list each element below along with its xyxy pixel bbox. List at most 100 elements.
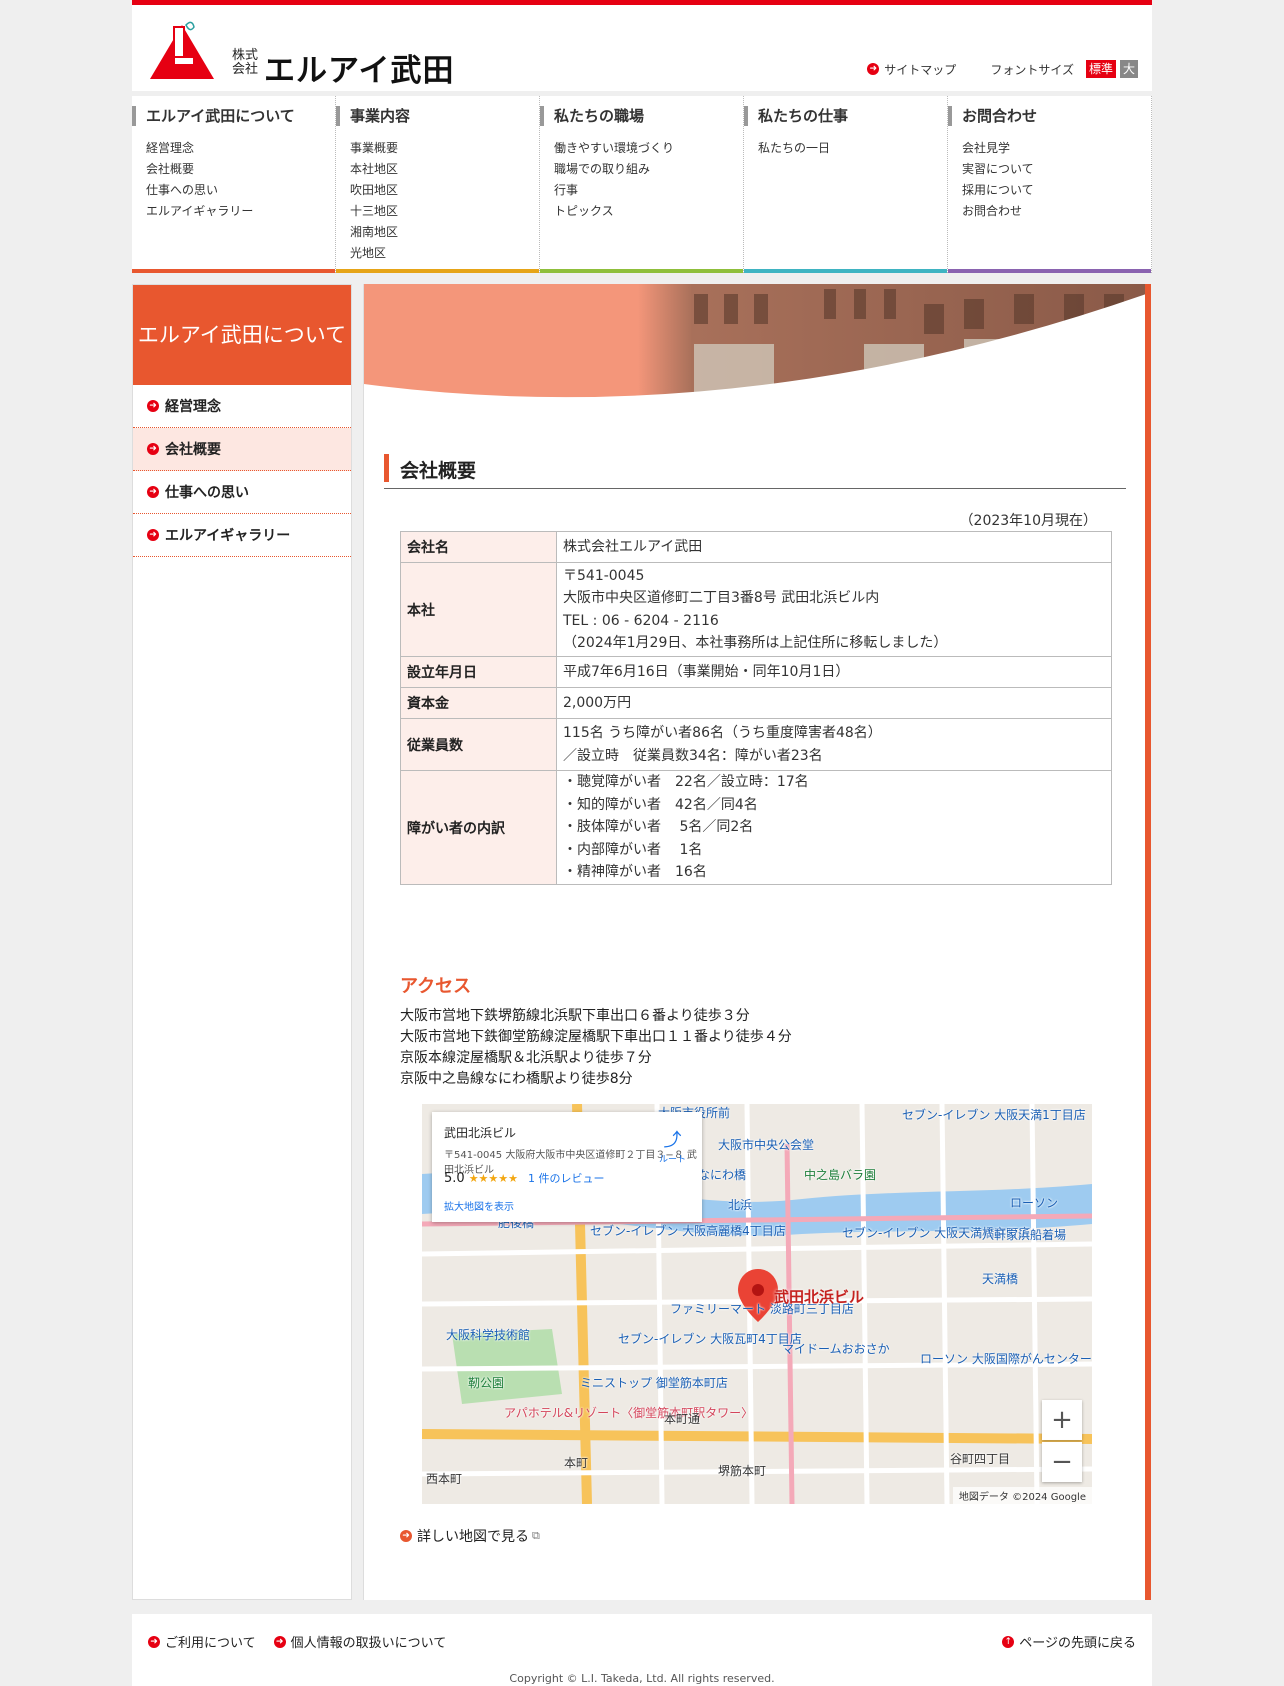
value-line: （2024年1月29日、本社事務所は上記住所に移転しました） [563,635,948,651]
map-label[interactable]: 北浜 [728,1196,752,1213]
gnav-item[interactable]: トピックス [554,201,743,222]
gnav-column: 私たちの職場働きやすい環境づくり 職場での取り組み 行事 トピックス [540,96,744,273]
gnav-list: 事業概要 本社地区 吹田地区 十三地区 湘南地区 光地区 [350,138,539,264]
map-label[interactable]: なにわ橋 [698,1166,746,1183]
logo-kabushiki: 株式 会社 [232,48,259,77]
fontsize-standard-button[interactable]: 標準 [1085,60,1116,78]
value-line: 平成7年6月16日（事業開始・同年10月1日） [563,663,850,680]
gnav-column: 私たちの仕事私たちの一日 [744,96,948,273]
gnav-item[interactable]: 光地区 [350,243,539,264]
heading-accent-bar [384,454,389,482]
map-label[interactable]: 谷町四丁目 [950,1450,1010,1467]
gnav-title[interactable]: お問合わせ [948,106,1151,126]
fontsize-label: フォントサイズ [990,62,1074,77]
access-item: 京阪中之島線なにわ橋駅より徒歩8分 [400,1071,633,1087]
sidebar-item[interactable]: ➜ エルアイギャラリー [133,514,351,557]
map-label[interactable]: ローソン [1010,1194,1058,1211]
map-label[interactable]: マイドームおおさか [782,1340,890,1357]
value-line: ・肢体障がい者 5名／同2名 [563,819,754,836]
map-label[interactable]: アパホテル&リゾート〈御堂筋本町駅タワー〉 [504,1404,753,1421]
sidebar-title: エルアイ武田について [133,285,351,385]
larger-map-link[interactable]: 拡大地図を表示 [444,1198,514,1213]
row-label: 本社 [400,562,557,657]
map-label[interactable]: 八軒家浜船着場 [982,1226,1066,1243]
sidebar-item-label: 仕事への思い [165,485,249,501]
map-label[interactable]: セブン-イレブン 大阪瓦町4丁目店 [618,1330,802,1347]
gnav-item[interactable]: 採用について [962,180,1151,201]
gnav-color-bar [948,269,1151,273]
map-label[interactable]: 本町 [564,1454,588,1471]
rating-stars-icon: ★★★★★ [468,1172,518,1185]
sidebar-item[interactable]: ➜ 会社概要 [133,428,351,471]
map-label[interactable]: 天満橋 [982,1270,1018,1287]
sitemap-link[interactable]: ➜ サイトマップ [867,61,956,78]
gnav-item[interactable]: 実習について [962,159,1151,180]
header-utility-links: ➜ サイトマップ フォントサイズ 標準 大 [867,60,1138,78]
gnav-column: エルアイ武田について経営理念 会社概要 仕事への思い エルアイギャラリー [132,96,336,273]
gnav-item[interactable]: 湘南地区 [350,222,539,243]
sidebar-item-label: 会社概要 [165,442,221,458]
site-header: 株式 会社 エルアイ武田 ➜ サイトマップ フォントサイズ 標準 大 [132,5,1152,91]
map-label[interactable]: 中之島バラ園 [804,1166,876,1183]
map-copyright: 地図データ ©2024 Google [952,1487,1092,1504]
gnav-title[interactable]: 私たちの職場 [540,106,743,126]
sidebar-item[interactable]: ➜ 仕事への思い [133,471,351,514]
privacy-link[interactable]: ➜ 個人情報の取扱いについて [273,1632,446,1651]
zoom-in-button[interactable]: + [1042,1400,1082,1440]
reviews-link[interactable]: 1 件のレビュー [528,1172,605,1185]
table-row: 会社名 株式会社エルアイ武田 [400,531,1112,563]
gnav-title[interactable]: 私たちの仕事 [744,106,947,126]
value-line: ・聴覚障がい者 22名／設立時：17名 [563,774,809,791]
map-pin-label[interactable]: 武田北浜ビル [774,1286,864,1307]
sidebar-item[interactable]: ➜ 経営理念 [133,385,351,428]
gnav-item[interactable]: 仕事への思い [146,180,335,201]
gnav-item[interactable]: 職場での取り組み [554,159,743,180]
copyright: Copyright © L.I. Takeda, Ltd. All rights… [509,1672,775,1685]
arrow-right-icon: ➜ [867,63,880,75]
fontsize-large-button[interactable]: 大 [1119,60,1138,78]
main-content: 会社概要 （2023年10月現在） 会社名 株式会社エルアイ武田 本社 〒541-00… [363,284,1151,1600]
map-label[interactable]: 西本町 [426,1470,462,1487]
gnav-item[interactable]: 会社見学 [962,138,1151,159]
map-label[interactable]: セブン-イレブン 大阪高麗橋4丁目店 [590,1222,786,1239]
gnav-item[interactable]: 私たちの一日 [758,138,947,159]
map-label[interactable]: 大阪市中央公会堂 [718,1136,814,1153]
map-label[interactable]: 堺筋本町 [718,1462,766,1479]
row-value: 115名 うち障がい者86名（うち重度障害者48名） ／設立時 従業員数34名：障… [556,718,1112,771]
access-item: 大阪市営地下鉄堺筋線北浜駅下車出口６番より徒歩３分 [400,1008,750,1024]
gnav-item[interactable]: 本社地区 [350,159,539,180]
gnav-item[interactable]: 事業概要 [350,138,539,159]
site-logo[interactable]: 株式 会社 エルアイ武田 [148,21,453,89]
value-line: ／設立時 従業員数34名：障がい者23名 [563,747,823,764]
gnav-title[interactable]: エルアイ武田について [132,106,335,126]
gnav-title[interactable]: 事業内容 [336,106,539,126]
zoom-out-button[interactable]: − [1042,1442,1082,1482]
gnav-item[interactable]: エルアイギャラリー [146,201,335,222]
gnav-item[interactable]: 会社概要 [146,159,335,180]
table-row: 設立年月日 平成7年6月16日（事業開始・同年10月1日） [400,656,1112,688]
gnav-item[interactable]: 十三地区 [350,201,539,222]
terms-link[interactable]: ➜ ご利用について [148,1632,256,1651]
detail-map-link[interactable]: ➜ 詳しい地図で見る ⧉ [400,1526,540,1546]
map-label[interactable]: ローソン 大阪国際がんセンター店 [920,1350,1092,1367]
gnav-item[interactable]: 吹田地区 [350,180,539,201]
map-label[interactable]: セブン-イレブン 大阪天満1丁目店 [902,1106,1086,1123]
map-label[interactable]: 大阪科学技術館 [446,1326,530,1343]
gnav-list: 働きやすい環境づくり 職場での取り組み 行事 トピックス [554,138,743,222]
gnav-item[interactable]: お問合わせ [962,201,1151,222]
value-line: 115名 うち障がい者86名（うち重度障害者48名） [563,725,882,741]
map-label[interactable]: 靭公園 [468,1374,504,1391]
arrow-right-icon: ➜ [147,529,159,541]
gnav-list: 経営理念 会社概要 仕事への思い エルアイギャラリー [146,138,335,222]
gnav-item[interactable]: 行事 [554,180,743,201]
gnav-item[interactable]: 経営理念 [146,138,335,159]
gnav-item[interactable]: 働きやすい環境づくり [554,138,743,159]
page-top-link[interactable]: ↑ ページの先頭に戻る [1002,1632,1136,1651]
value-line: TEL : 06 - 6204 - 2116 [563,612,719,629]
row-label: 障がい者の内訳 [400,770,557,885]
google-map[interactable]: 大阪市役所前大阪市中央公会堂セブン-イレブン 大阪天満1丁目店なにわ橋中之島バラ… [422,1104,1092,1504]
map-label[interactable]: ミニストップ 御堂筋本町店 [580,1374,728,1391]
row-value: 2,000万円 [556,687,1112,719]
directions-button[interactable]: ⤴ ルート [659,1126,686,1165]
map-label[interactable]: 本町通 [664,1410,700,1427]
